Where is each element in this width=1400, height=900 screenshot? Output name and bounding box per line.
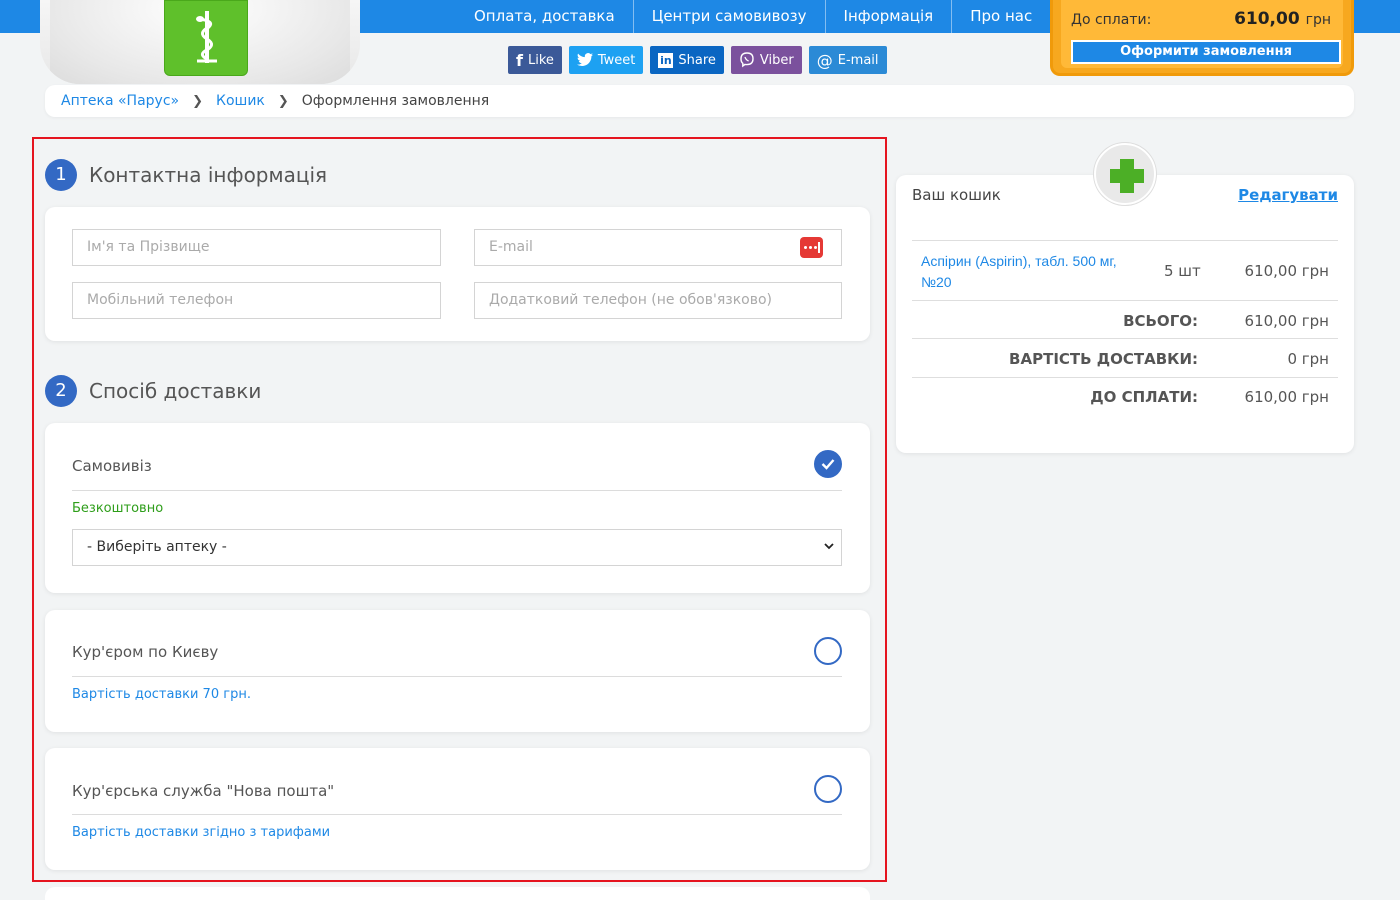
delivery-option-title: Кур'єром по Києву [72,643,219,661]
mobile-phone-field[interactable] [72,282,441,319]
delivery-option-pickup[interactable]: Самовивіз Безкоштовно - Виберіть аптеку … [45,423,870,593]
divider [912,300,1338,301]
nav-pickup-centers[interactable]: Центри самовивозу [632,0,825,33]
divider [912,377,1338,378]
caduceus-icon [196,11,217,63]
delivery-option-courier-kyiv[interactable]: Кур'єром по Києву Вартість доставки 70 г… [45,610,870,732]
side-cart-title: Ваш кошик [912,186,1001,204]
cart-widget-amount-value: 610,00 [1234,9,1300,29]
chevron-right-icon: ❯ [277,93,289,109]
twitter-tweet-button[interactable]: Tweet [568,46,644,74]
delivery-section-title: Спосіб доставки [89,379,262,403]
name-field[interactable] [72,229,441,266]
pharmacy-cross-logo [1094,143,1156,205]
cart-widget-label: До сплати: [1071,12,1152,28]
name-input[interactable] [87,239,426,255]
edit-cart-link[interactable]: Редагувати [1238,186,1338,204]
email-share-label: E-mail [837,52,879,68]
extra-phone-field[interactable] [474,282,842,319]
pharmacy-logo-box[interactable] [164,0,248,76]
email-field[interactable] [474,229,842,266]
cart-item-name-link[interactable]: Аспірин (Aspirin), табл. 500 мг, №20 [921,251,1136,293]
facebook-like-button[interactable]: f Like [508,46,562,74]
password-manager-icon[interactable] [800,237,823,258]
divider [72,490,842,491]
delivery-radio[interactable] [814,637,842,665]
email-share-button[interactable]: @ E-mail [808,46,887,74]
step-number-badge: 1 [45,159,77,191]
pharmacy-select[interactable]: - Виберіть аптеку - [72,529,842,566]
total-value: 610,00 грн [1244,312,1329,330]
breadcrumb: Аптека «Парус» ❯ Кошик ❯ Оформлення замо… [45,85,1354,117]
contact-section-header: 1 Контактна інформація [45,159,327,191]
delivery-cost-label: ВАРТІСТЬ ДОСТАВКИ: [1009,350,1198,368]
divider [912,240,1338,241]
delivery-option-title: Самовивіз [72,457,152,475]
pay-total-value: 610,00 грн [1244,388,1329,406]
checkout-button[interactable]: Оформити замовлення [1071,40,1341,64]
cart-widget-panel: До сплати: 610,00 грн Оформити замовленн… [1061,0,1343,68]
extra-phone-input[interactable] [489,292,827,308]
nav-payment-delivery[interactable]: Оплата, доставка [456,0,633,33]
cart-widget-amount: 610,00 грн [1234,9,1331,29]
side-cart-panel: Ваш кошик Редагувати Аспірин (Aspirin), … [896,175,1354,453]
linkedin-icon: in [658,52,674,68]
breadcrumb-current: Оформлення замовлення [301,93,490,109]
checkmark-icon [821,459,835,470]
cart-item-price: 610,00 грн [1244,262,1329,280]
twitter-icon [576,53,593,67]
delivery-option-title: Кур'єрська служба "Нова пошта" [72,782,335,800]
breadcrumb-cart-link[interactable]: Кошик [216,93,265,109]
viber-share-button[interactable]: Viber [730,46,802,74]
cart-summary-widget: До сплати: 610,00 грн Оформити замовленн… [1050,0,1354,76]
twitter-tweet-label: Tweet [597,52,636,68]
contact-section-title: Контактна інформація [89,163,328,187]
step-number-badge: 2 [45,375,77,407]
linkedin-share-label: Share [678,52,716,68]
nav-information[interactable]: Інформація [824,0,952,33]
cart-item-qty: 5 шт [1164,262,1201,280]
header-banner-image [40,0,360,84]
divider [912,338,1338,339]
divider [72,676,842,677]
delivery-radio[interactable] [814,775,842,803]
viber-icon [740,52,754,68]
delivery-option-price-note: Безкоштовно [72,501,164,516]
facebook-like-label: Like [527,52,554,68]
cart-widget-currency: грн [1305,12,1331,28]
linkedin-share-button[interactable]: in Share [650,46,724,74]
breadcrumb-home-link[interactable]: Аптека «Парус» [61,93,179,109]
delivery-option-price-note: Вартість доставки 70 грн. [72,687,251,702]
chevron-right-icon: ❯ [192,93,203,109]
social-share-bar: f Like Tweet in Share Viber @ E-mail [508,46,887,74]
delivery-cost-value: 0 грн [1287,350,1329,368]
viber-share-label: Viber [759,52,794,68]
main-nav: Оплата, доставка Центри самовивозу Інфор… [456,0,1050,33]
pharmacy-select-value: - Виберіть аптеку - [87,539,227,555]
delivery-option-price-note: Вартість доставки згідно з тарифами [72,825,331,840]
delivery-option-nova-poshta[interactable]: Кур'єрська служба "Нова пошта" Вартість … [45,748,870,870]
chevron-down-icon [823,530,835,578]
delivery-radio-selected[interactable] [814,450,842,478]
pay-total-label: ДО СПЛАТИ: [1090,388,1198,406]
email-icon: @ [816,50,833,70]
facebook-icon: f [516,50,523,70]
nav-about[interactable]: Про нас [951,0,1050,33]
next-section-card [45,887,870,900]
delivery-section-header: 2 Спосіб доставки [45,375,261,407]
mobile-phone-input[interactable] [87,292,426,308]
divider [72,814,842,815]
total-label: ВСЬОГО: [1123,312,1198,330]
email-input[interactable] [489,239,827,255]
contact-form-card [45,207,870,341]
